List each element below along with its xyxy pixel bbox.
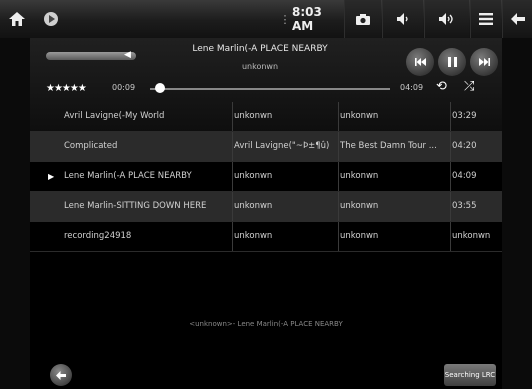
track-title: recording24918 (64, 231, 132, 241)
progress-knob[interactable] (154, 83, 165, 93)
track-duration: 04:09 (452, 171, 477, 181)
now-playing-artist: unkonwn (241, 62, 279, 71)
column-divider (338, 162, 339, 191)
track-artist: Avril Lavigne("~Þ±¶û) (234, 141, 330, 151)
volume-up-icon[interactable] (424, 0, 469, 38)
signal-icon: ⋮ (279, 12, 291, 26)
home-icon[interactable] (4, 0, 30, 38)
searching-lrc-button[interactable]: Searching LRC (444, 364, 496, 386)
track-artist: unkonwn (234, 171, 273, 181)
total-time: 04:09 (400, 83, 424, 92)
column-divider (232, 192, 233, 221)
camera-icon[interactable] (344, 0, 381, 38)
track-artist: unkonwn (234, 111, 273, 121)
column-divider (232, 132, 233, 161)
track-title: Avril Lavigne(-My World (64, 111, 165, 121)
track-row[interactable]: ▶ Lene Marlin(-A PLACE NEARBY unkonwn unkon… (30, 162, 502, 192)
track-album: The Best Damn Tour ... (340, 141, 437, 151)
music-player: ◀ Lene Marlin(-A PLACE NEARBY unkonwn ★★… (30, 38, 502, 389)
column-divider (450, 102, 451, 131)
track-album: unkonwn (340, 231, 379, 241)
track-artist: unkonwn (234, 231, 273, 241)
volume-down-icon[interactable] (382, 0, 423, 38)
progress-bar[interactable] (150, 88, 390, 90)
menu-icon[interactable] (470, 0, 501, 38)
status-bar: ⋮ 8:03 AM (0, 0, 532, 39)
column-divider (338, 132, 339, 161)
column-divider (450, 222, 451, 251)
previous-button[interactable] (406, 48, 434, 76)
track-duration: unkonwn (452, 231, 491, 241)
track-album: unkonwn (340, 171, 379, 181)
track-title: Complicated (64, 141, 118, 151)
track-album: unkonwn (340, 111, 379, 121)
now-playing-indicator-icon: ▶ (48, 172, 55, 181)
column-divider (338, 192, 339, 221)
column-divider (450, 192, 451, 221)
track-row[interactable]: Complicated Avril Lavigne("~Þ±¶û) The Best… (30, 132, 502, 162)
track-duration: 03:55 (452, 201, 477, 211)
column-divider (450, 162, 451, 191)
star-rating[interactable]: ★★★★★ (46, 83, 87, 94)
back-icon[interactable] (502, 0, 532, 38)
column-divider (232, 222, 233, 251)
track-list: Avril Lavigne(-My World unkonwn unkonwn 03:… (30, 102, 502, 252)
left-gutter (0, 38, 30, 389)
column-divider (232, 102, 233, 131)
repeat-icon[interactable]: ⟲ (436, 79, 447, 94)
back-button[interactable] (50, 364, 72, 386)
track-row[interactable]: recording24918 unkonwn unkonwn unkonwn (30, 222, 502, 252)
speaker-icon: ◀ (124, 50, 131, 60)
track-album: unkonwn (340, 201, 379, 211)
lyrics-line: <unknown>- Lene Marlin(-A PLACE NEARBY (189, 320, 343, 328)
track-row[interactable]: Avril Lavigne(-My World unkonwn unkonwn 03:… (30, 102, 502, 132)
app-icon[interactable] (40, 0, 62, 38)
track-artist: unkonwn (234, 201, 273, 211)
current-time: 00:09 (112, 83, 136, 92)
right-gutter (502, 38, 532, 389)
clock: 8:03 AM (292, 5, 322, 33)
track-title: Lene Marlin-SITTING DOWN HERE (64, 201, 207, 211)
volume-slider[interactable] (46, 52, 136, 60)
next-button[interactable] (470, 48, 498, 76)
column-divider (338, 102, 339, 131)
track-title: Lene Marlin(-A PLACE NEARBY (64, 171, 192, 181)
column-divider (450, 132, 451, 161)
track-duration: 03:29 (452, 111, 477, 121)
track-duration: 04:20 (452, 141, 477, 151)
column-divider (338, 222, 339, 251)
track-row[interactable]: Lene Marlin-SITTING DOWN HERE unkonwn unko… (30, 192, 502, 222)
shuffle-icon[interactable]: ⤮ (464, 79, 474, 94)
pause-button[interactable] (438, 48, 466, 76)
column-divider (232, 162, 233, 191)
now-playing-title: Lene Marlin(-A PLACE NEARBY (192, 44, 328, 54)
